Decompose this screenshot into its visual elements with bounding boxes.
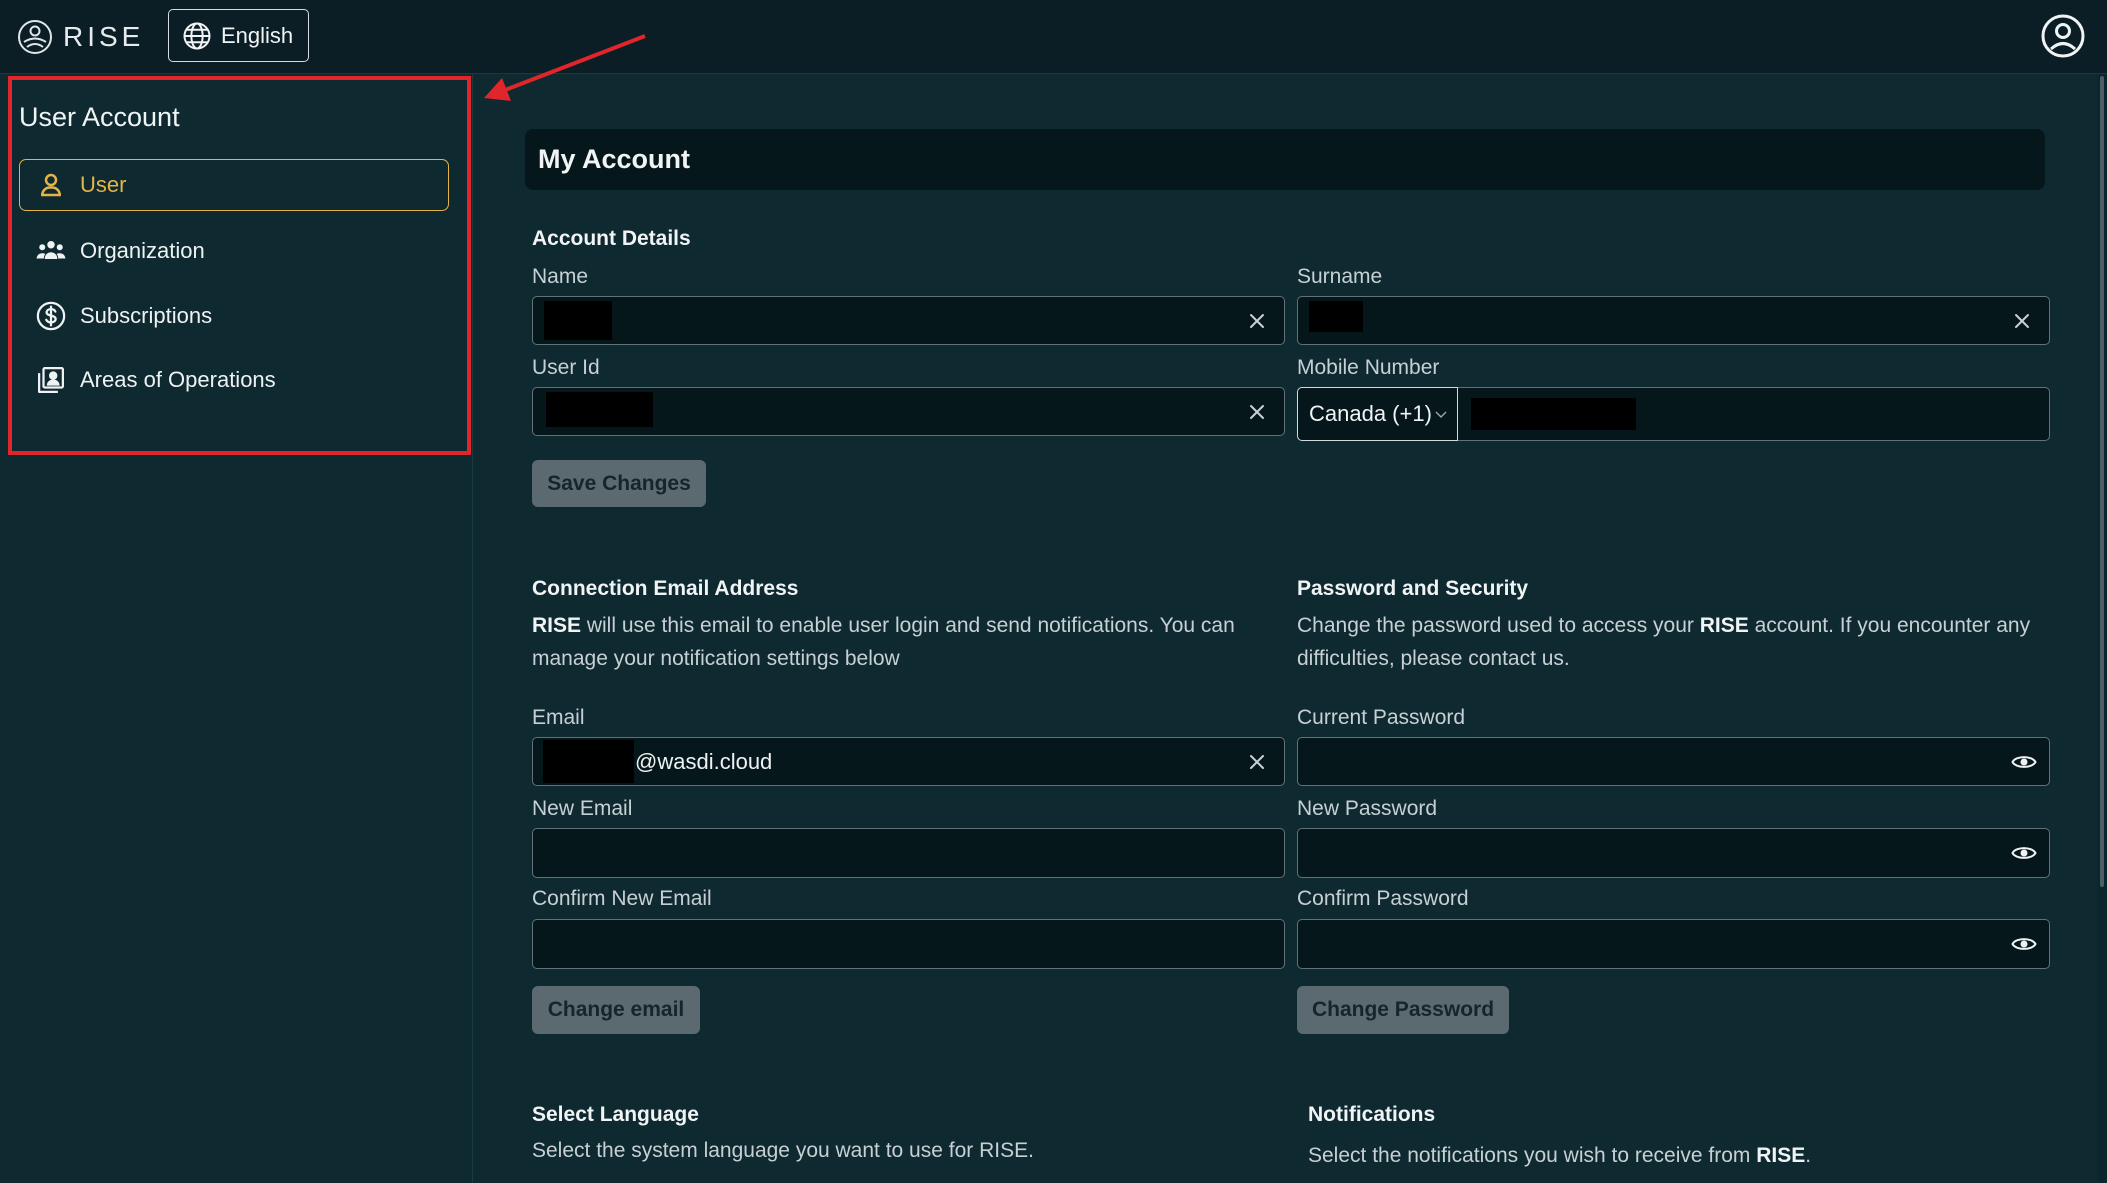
sidebar-item-user[interactable]: User xyxy=(19,159,449,211)
notifications-description: Select the notifications you wish to rec… xyxy=(1308,1139,2048,1172)
sidebar-item-areas-of-operations[interactable]: Areas of Operations xyxy=(19,354,449,406)
sidebar: User Account User Organization Subscript… xyxy=(0,74,473,1183)
change-password-button[interactable]: Change Password xyxy=(1297,986,1509,1034)
close-icon xyxy=(1250,404,1264,419)
sidebar-item-subscriptions[interactable]: Subscriptions xyxy=(19,290,449,342)
logo-text: RISE xyxy=(63,21,145,52)
close-icon xyxy=(1250,313,1264,328)
brand-name: RISE xyxy=(1699,614,1749,637)
user-icon xyxy=(36,170,66,200)
dollar-circle-icon xyxy=(36,301,66,331)
mobile-number-group: Canada (+1) xyxy=(1297,387,2050,441)
new-email-input[interactable] xyxy=(533,829,1284,877)
current-password-field[interactable] xyxy=(1297,737,2050,786)
confirm-password-input[interactable] xyxy=(1298,920,2049,968)
eye-icon xyxy=(2011,847,2037,859)
app-logo[interactable]: RISE xyxy=(17,19,144,55)
select-language-description: Select the system language you want to u… xyxy=(532,1139,1034,1162)
scrollbar-thumb[interactable] xyxy=(2100,76,2104,887)
connection-email-heading: Connection Email Address xyxy=(532,577,799,600)
sidebar-item-label: User xyxy=(80,172,127,197)
name-label: Name xyxy=(532,265,589,288)
connection-email-description: RISE will use this email to enable user … xyxy=(532,609,1285,675)
group-icon xyxy=(36,236,66,266)
password-security-heading: Password and Security xyxy=(1297,577,1529,600)
page-title: My Account xyxy=(538,144,691,174)
close-icon xyxy=(1250,754,1264,769)
toggle-new-password-button[interactable] xyxy=(2011,844,2037,862)
name-input[interactable] xyxy=(533,297,1284,344)
mobile-number-field[interactable] xyxy=(1458,387,2050,441)
surname-field[interactable] xyxy=(1297,296,2050,345)
change-email-button[interactable]: Change email xyxy=(532,986,700,1034)
chevron-down-icon xyxy=(1435,411,1447,418)
toggle-confirm-password-button[interactable] xyxy=(2011,935,2037,953)
sidebar-item-organization[interactable]: Organization xyxy=(19,225,449,277)
redacted-surname-value xyxy=(1309,301,1363,332)
mobile-number-label: Mobile Number xyxy=(1297,356,1440,379)
map-pin-book-icon xyxy=(36,365,66,395)
eye-icon xyxy=(2011,938,2037,950)
user-id-field[interactable] xyxy=(532,387,1285,436)
email-field[interactable] xyxy=(532,737,1285,786)
redacted-name-value xyxy=(544,301,612,340)
surname-input[interactable] xyxy=(1298,297,2049,344)
new-password-field[interactable] xyxy=(1297,828,2050,878)
clear-user-id-button[interactable] xyxy=(1248,403,1266,421)
eye-icon xyxy=(2011,755,2037,768)
description-text: will use this email to enable user login… xyxy=(532,614,1235,670)
current-password-label: Current Password xyxy=(1297,706,1466,729)
sidebar-item-label: Organization xyxy=(80,238,205,263)
account-button[interactable] xyxy=(2040,13,2086,59)
new-password-input[interactable] xyxy=(1298,829,2049,877)
clear-surname-button[interactable] xyxy=(2013,312,2031,330)
sidebar-item-label: Areas of Operations xyxy=(80,367,276,392)
confirm-password-label: Confirm Password xyxy=(1297,887,1469,910)
country-code-value: Canada (+1) xyxy=(1309,401,1432,426)
clear-name-button[interactable] xyxy=(1248,312,1266,330)
new-password-label: New Password xyxy=(1297,797,1438,820)
save-changes-button[interactable]: Save Changes xyxy=(532,460,706,507)
user-id-label: User Id xyxy=(532,356,600,379)
current-password-input[interactable] xyxy=(1298,738,2049,785)
surname-label: Surname xyxy=(1297,265,1383,288)
account-details-heading: Account Details xyxy=(532,227,691,250)
sidebar-title: User Account xyxy=(19,102,180,132)
description-text: Select the notifications you wish to rec… xyxy=(1308,1144,1757,1167)
brand-name: RISE xyxy=(532,614,582,637)
page-title-bar: My Account xyxy=(525,129,2045,190)
redacted-mobile-value xyxy=(1471,398,1636,430)
globe-icon xyxy=(182,21,212,51)
page: RISE English User Account User Organizat… xyxy=(0,0,2107,1183)
top-bar: RISE English xyxy=(0,0,2107,74)
redacted-user-id-value xyxy=(546,392,653,427)
close-icon xyxy=(2015,313,2029,328)
toggle-current-password-button[interactable] xyxy=(2011,753,2037,771)
confirm-new-email-field[interactable] xyxy=(532,919,1285,969)
language-button[interactable]: English xyxy=(168,9,309,62)
redacted-email-user xyxy=(543,740,634,783)
description-text: . xyxy=(1805,1144,1812,1167)
new-email-label: New Email xyxy=(532,797,633,820)
country-code-select[interactable]: Canada (+1) xyxy=(1297,387,1458,441)
password-security-description: Change the password used to access your … xyxy=(1297,609,2050,675)
description-text: Change the password used to access your xyxy=(1297,614,1700,637)
email-input[interactable] xyxy=(533,738,1284,785)
new-email-field[interactable] xyxy=(532,828,1285,878)
clear-email-button[interactable] xyxy=(1248,753,1266,771)
account-circle-icon xyxy=(2040,13,2086,59)
name-field[interactable] xyxy=(532,296,1285,345)
email-label: Email xyxy=(532,706,585,729)
brand-name: RISE xyxy=(1756,1144,1806,1167)
main-content: My Account Account Details Name Surname … xyxy=(473,74,2097,1183)
confirm-new-email-label: Confirm New Email xyxy=(532,887,712,910)
language-label: English xyxy=(221,22,294,48)
select-language-heading: Select Language xyxy=(532,1103,699,1126)
confirm-new-email-input[interactable] xyxy=(533,920,1284,968)
sidebar-item-label: Subscriptions xyxy=(80,303,213,328)
notifications-heading: Notifications xyxy=(1308,1103,1436,1126)
confirm-password-field[interactable] xyxy=(1297,919,2050,969)
rise-logo-icon xyxy=(17,19,53,55)
